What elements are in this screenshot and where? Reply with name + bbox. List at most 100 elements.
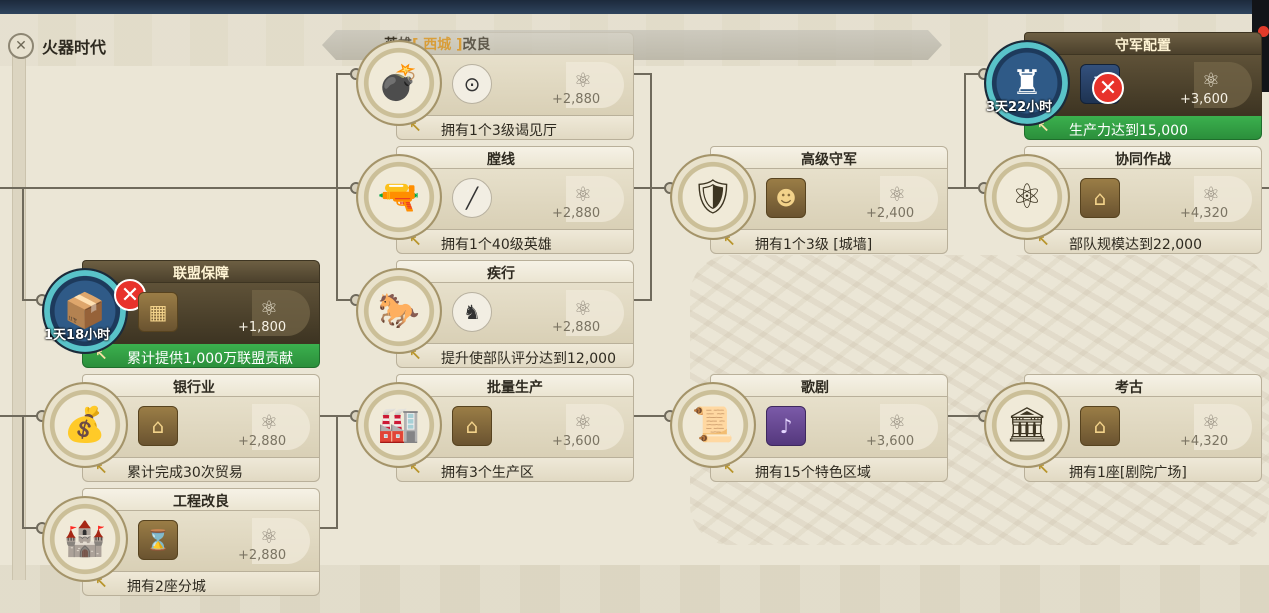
card-value: +4,320 xyxy=(1180,434,1229,449)
connector xyxy=(632,299,652,301)
card-requirement: 拥有1个3级 [城墙] xyxy=(755,237,873,253)
factory-icon[interactable]: 🏭 xyxy=(356,382,442,468)
card-header: 膛线 xyxy=(396,146,634,168)
tech-card-coop[interactable]: 协同作战 ↖ 部队规模达到22,000 ⚛ ⌂ ⚛ +4,320 xyxy=(984,146,1262,256)
card-requirement: 拥有1个40级英雄 xyxy=(441,237,552,253)
card-title: 膛线 xyxy=(487,152,515,168)
card-requirement: 部队规模达到22,000 xyxy=(1069,237,1202,253)
card-title: 考古 xyxy=(1115,380,1143,396)
card-footer: ↖ 拥有15个特色区域 xyxy=(710,458,948,482)
atom-icon: ⚛ xyxy=(888,410,906,434)
tech-card-cannon[interactable]: ↖ 拥有1个3级谒见厅 💣 ⊙ ⚛ +2,880 xyxy=(356,32,634,142)
connector xyxy=(0,187,356,189)
atom-icon: ⚛ xyxy=(1202,410,1220,434)
card-title: 协同作战 xyxy=(1115,152,1171,168)
card-title: 银行业 xyxy=(173,380,215,396)
tech-card-rifling[interactable]: 膛线 ↖ 拥有1个40级英雄 🔫 ╱ ⚛ +2,880 xyxy=(356,146,634,256)
card-footer: ↖ 生产力达到15,000 xyxy=(1024,116,1262,140)
connector xyxy=(336,415,338,529)
atom-icon: ⚛ xyxy=(260,296,278,320)
card-header: 考古 xyxy=(1024,374,1262,396)
card-requirement: 拥有15个特色区域 xyxy=(755,465,871,481)
tech-card-mass-production[interactable]: 批量生产 ↖ 拥有3个生产区 🏭 ⌂ ⚛ +3,600 xyxy=(356,374,634,484)
connector xyxy=(964,73,966,189)
pavilion-icon: ⌂ xyxy=(1080,406,1120,446)
card-value: +1,800 xyxy=(238,320,287,335)
tech-card-march[interactable]: 疾行 ↖ 提升使部队评分达到12,000 🐎 ♞ ⚛ +2,880 xyxy=(356,260,634,370)
card-footer: ↖ 提升使部队评分达到12,000 xyxy=(396,344,634,368)
cannon-icon[interactable]: 💣 xyxy=(356,40,442,126)
card-requirement: 生产力达到15,000 xyxy=(1069,123,1188,139)
soldiers-icon[interactable]: 🛡 xyxy=(670,154,756,240)
cannon-icon: ⊙ xyxy=(452,64,492,104)
market-icon: ⌂ xyxy=(138,406,178,446)
cancel-research-button[interactable]: ✕ xyxy=(1092,72,1124,104)
atom-icon: ⚛ xyxy=(260,524,278,548)
card-requirement: 拥有1个3级谒见厅 xyxy=(441,123,557,139)
atom-icon: ⚛ xyxy=(260,410,278,434)
ruins-icon[interactable]: 🏛 xyxy=(984,382,1070,468)
card-footer: ↖ 拥有1个40级英雄 xyxy=(396,230,634,254)
tech-card-archaeology[interactable]: 考古 ↖ 拥有1座[剧院广场] 🏛 ⌂ ⚛ +4,320 xyxy=(984,374,1262,484)
tech-card-opera[interactable]: 歌剧 ↖ 拥有15个特色区域 📜 ♪ ⚛ +3,600 xyxy=(670,374,948,484)
card-title: 批量生产 xyxy=(487,380,543,396)
card-value: +2,880 xyxy=(552,92,601,107)
card-header: 高级守军 xyxy=(710,146,948,168)
tech-card-engineering[interactable]: 工程改良 ↖ 拥有2座分城 🏰 ⌛ ⚛ +2,880 xyxy=(42,488,320,598)
atom-icon: ⚛ xyxy=(1202,68,1220,92)
horse-icon[interactable]: 🐎 xyxy=(356,268,442,354)
card-value: +2,880 xyxy=(552,206,601,221)
connector xyxy=(22,415,24,529)
top-bar xyxy=(0,0,1269,14)
card-value: +4,320 xyxy=(1180,206,1229,221)
soldier-icon: ☻ xyxy=(766,178,806,218)
atom-icon: ⚛ xyxy=(574,182,592,206)
scroll-icon[interactable]: 📜 xyxy=(670,382,756,468)
tech-card-advanced-garrison[interactable]: 高级守军 ↖ 拥有1个3级 [城墙] 🛡 ☻ ⚛ +2,400 xyxy=(670,146,948,256)
money-icon[interactable]: 💰 xyxy=(42,382,128,468)
connector xyxy=(650,73,652,301)
tech-card-alliance[interactable]: 联盟保障 ↖ 累计提供1,000万联盟贡献 📦 1天18小时 ✕ ▦ ⚛ +1,8… xyxy=(42,260,320,370)
castle-icon[interactable]: 🏰 xyxy=(42,496,128,582)
horse-icon: ♞ xyxy=(452,292,492,332)
card-header: 工程改良 xyxy=(82,488,320,510)
hourglass-icon: ⌛ xyxy=(138,520,178,560)
rifle-icon[interactable]: 🔫 xyxy=(356,154,442,240)
card-value: +2,880 xyxy=(238,434,287,449)
card-footer: ↖ 拥有3个生产区 xyxy=(396,458,634,482)
card-header: 疾行 xyxy=(396,260,634,282)
card-value: +3,600 xyxy=(866,434,915,449)
connector xyxy=(632,73,652,75)
card-requirement: 拥有2座分城 xyxy=(127,579,206,595)
atom-icon: ⚛ xyxy=(574,68,592,92)
era-label: 火器时代 xyxy=(42,38,107,57)
card-footer: ↖ 部队规模达到22,000 xyxy=(1024,230,1262,254)
card-header: 批量生产 xyxy=(396,374,634,396)
tech-card-banking[interactable]: 银行业 ↖ 累计完成30次贸易 💰 ⌂ ⚛ +2,880 xyxy=(42,374,320,484)
card-title: 歌剧 xyxy=(801,380,829,396)
crossed-swords-icon: ✕ xyxy=(8,33,34,59)
pavilion-icon: ⌂ xyxy=(1080,178,1120,218)
card-value: +2,880 xyxy=(238,548,287,563)
rifle-icon: ╱ xyxy=(452,178,492,218)
card-footer: ↖ 累计完成30次贸易 xyxy=(82,458,320,482)
connector xyxy=(22,187,24,301)
card-value: +3,600 xyxy=(1180,92,1229,107)
card-header: 歌剧 xyxy=(710,374,948,396)
card-footer: ↖ 拥有1个3级 [城墙] xyxy=(710,230,948,254)
era-header: ✕ 火器时代 xyxy=(8,32,106,60)
atom-medallion-icon[interactable]: ⚛ xyxy=(984,154,1070,240)
card-title: 守军配置 xyxy=(1115,38,1171,54)
crate-icon: ▦ xyxy=(138,292,178,332)
connector xyxy=(336,73,338,301)
atom-icon: ⚛ xyxy=(888,182,906,206)
connector xyxy=(320,527,338,529)
tech-card-garrison-config[interactable]: 守军配置 ↖生产力达到15,000 ♜ 3天22小时 ♜ ✕ ⚛ +3,600 xyxy=(984,32,1262,142)
music-icon: ♪ xyxy=(766,406,806,446)
card-header: 联盟保障 xyxy=(82,260,320,282)
card-header: 守军配置 xyxy=(1024,32,1262,54)
card-footer: ↖ 拥有2座分城 xyxy=(82,572,320,596)
card-title: 联盟保障 xyxy=(173,266,229,282)
card-value: +2,400 xyxy=(866,206,915,221)
atom-icon: ⚛ xyxy=(574,296,592,320)
